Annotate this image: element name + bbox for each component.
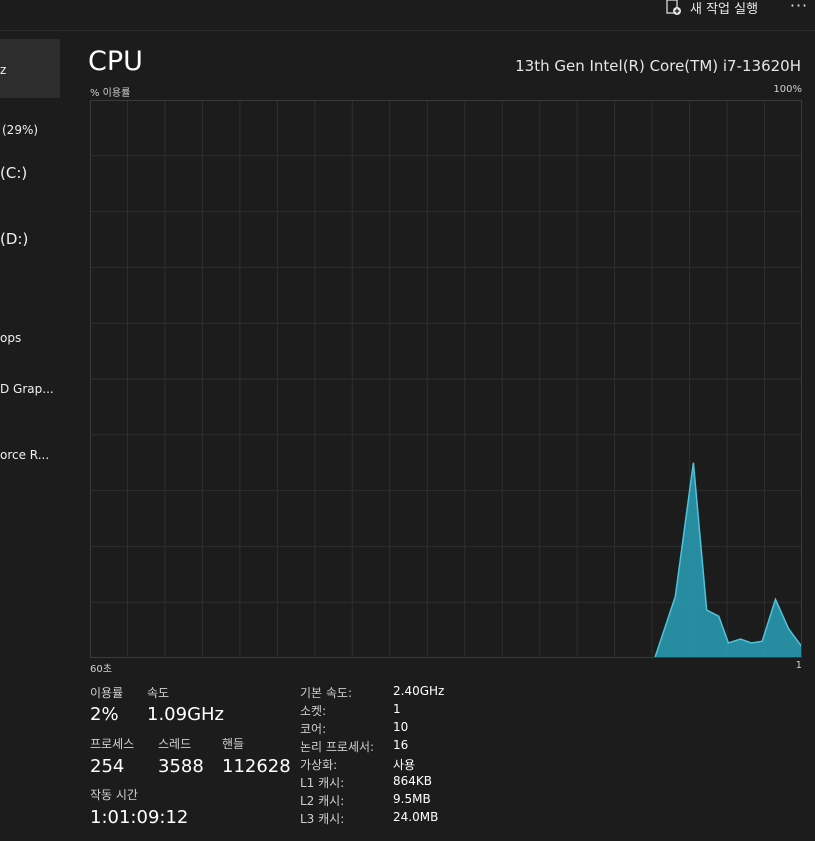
sidebar-item-label: (29%) — [2, 123, 39, 137]
chart-y-axis-label: % 이용률 — [90, 88, 131, 99]
spec-label-l1-cache: L1 캐시: — [300, 776, 345, 790]
spec-value-sockets: 1 — [393, 702, 401, 716]
uptime-label: 작동 시간 — [90, 788, 138, 802]
spec-label-sockets: 소켓: — [300, 704, 327, 718]
spec-label-l3-cache: L3 캐시: — [300, 812, 345, 826]
run-new-task-label: 새 작업 실행 — [690, 1, 759, 17]
processes-label: 프로세스 — [90, 737, 135, 751]
uptime-value: 1:01:09:12 — [90, 807, 189, 828]
sidebar-item-disk-c[interactable]: (C:) — [0, 164, 60, 186]
page-title: CPU — [88, 46, 143, 77]
spec-label-logical-processors: 논리 프로세서: — [300, 740, 375, 754]
spec-value-l2-cache: 9.5MB — [393, 792, 431, 806]
spec-value-cores: 10 — [393, 720, 409, 734]
spec-value-l3-cache: 24.0MB — [393, 810, 439, 824]
chart-x-min-label: 60초 — [90, 664, 112, 675]
cpu-usage-area — [90, 462, 802, 658]
chart-y-max-label: 100% — [773, 84, 802, 95]
handles-label: 핸들 — [222, 737, 245, 751]
sidebar-item-label: (C:) — [0, 164, 28, 182]
utilization-value: 2% — [90, 704, 119, 725]
sidebar-item-memory[interactable]: (29%) — [0, 123, 60, 143]
spec-label-base-speed: 기본 속도: — [300, 686, 353, 700]
speed-value: 1.09GHz — [147, 704, 225, 725]
handles-value: 112628 — [222, 756, 291, 777]
sidebar-item-disk-d[interactable]: (D:) — [0, 230, 60, 252]
run-new-task-button[interactable]: 새 작업 실행 — [664, 0, 758, 18]
sidebar-item-wifi[interactable]: ops — [0, 331, 60, 351]
spec-label-l2-cache: L2 캐시: — [300, 794, 345, 808]
sidebar-item-cpu[interactable]: z — [0, 39, 60, 98]
sidebar-item-label: z — [0, 63, 7, 77]
sidebar-item-gpu-0[interactable]: D Grap... — [0, 382, 60, 402]
utilization-label: 이용률 — [90, 686, 124, 700]
spec-value-l1-cache: 864KB — [393, 774, 433, 788]
threads-value: 3588 — [158, 756, 204, 777]
toolbar: 새 작업 실행 ··· — [0, 0, 815, 31]
chart-x-max-label: 1 — [795, 660, 802, 671]
cpu-model-name: 13th Gen Intel(R) Core(TM) i7-13620H — [515, 57, 801, 75]
new-task-icon — [666, 0, 681, 15]
speed-label: 속도 — [147, 686, 170, 700]
spec-value-logical-processors: 16 — [393, 738, 409, 752]
sidebar-item-gpu-1[interactable]: orce R... — [0, 448, 60, 468]
processes-value: 254 — [90, 756, 125, 777]
sidebar-item-label: (D:) — [0, 230, 29, 248]
spec-label-virtualization: 가상화: — [300, 758, 338, 772]
spec-label-cores: 코어: — [300, 722, 327, 736]
sidebar-item-label: ops — [0, 331, 22, 345]
cpu-utilization-chart — [90, 100, 802, 658]
sidebar-item-label: D Grap... — [0, 382, 54, 396]
more-options-button[interactable]: ··· — [786, 0, 812, 16]
spec-value-virtualization: 사용 — [393, 758, 416, 772]
sidebar-item-label: orce R... — [0, 448, 50, 462]
sidebar: z (29%) (C:) (D:) ops D Grap... orce R..… — [0, 31, 60, 841]
threads-label: 스레드 — [158, 737, 192, 751]
spec-value-base-speed: 2.40GHz — [393, 684, 445, 698]
